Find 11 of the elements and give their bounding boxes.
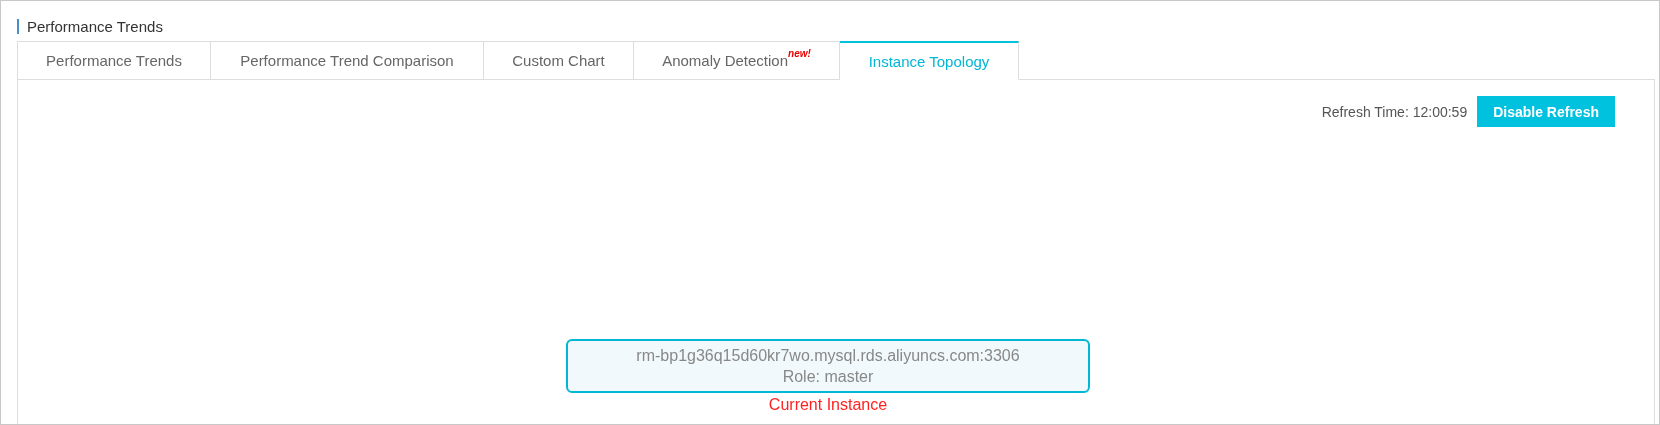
- node-caption: Current Instance: [768, 396, 888, 414]
- tab[interactable]: Performance Trend Comparison: [211, 41, 484, 80]
- tab[interactable]: Custom Chart: [484, 41, 634, 80]
- tab[interactable]: Anomaly Detection$^{new!}$: [634, 41, 840, 80]
- tab[interactable]: Performance Trends: [17, 41, 211, 80]
- node-host: rm-bp1g36q15d60kr7wo.mysql.rds.aliyuncs.com:3306: [636, 346, 1020, 366]
- section-title: Performance Trends: [27, 17, 163, 35]
- node-role: Role: master: [782, 367, 874, 387]
- refresh-time: Refresh Time: 12:00:59: [1321, 103, 1468, 120]
- instance-node[interactable]: rm-bp1g36q15d60kr7wo.mysql.rds.aliyuncs.com:3306 Role: master: [566, 339, 1090, 393]
- new-label: new!: [788, 48, 811, 59]
